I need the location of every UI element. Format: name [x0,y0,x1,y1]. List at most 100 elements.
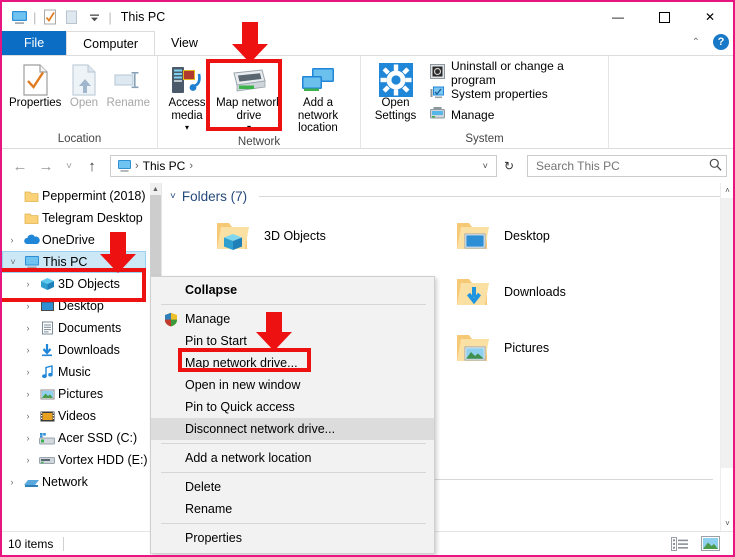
chevron-right-icon[interactable]: › [20,323,36,333]
sidebar-item-videos[interactable]: › Videos [2,405,161,427]
nav-scroll-thumb[interactable] [150,195,161,281]
chevron-right-icon[interactable]: › [20,301,36,311]
chevron-down-icon[interactable]: ▾ [247,122,251,135]
chevron-right-icon[interactable]: › [20,455,36,465]
properties-icon[interactable] [39,6,61,28]
chevron-right-icon[interactable]: › [20,433,36,443]
tab-computer[interactable]: Computer [66,31,156,55]
sidebar-item-onedrive-label: OneDrive [42,233,95,247]
sidebar-item-desktop[interactable]: › Desktop [2,295,161,317]
sidebar-item-network-label: Network [42,475,88,489]
ribbon-button-map-network-drive[interactable]: Map network drive ▾ [214,60,284,135]
forward-button[interactable]: → [34,154,58,178]
chevron-right-icon[interactable]: › [20,279,36,289]
ribbon-button-open[interactable]: Open [62,60,105,126]
up-button[interactable]: ↑ [80,154,104,178]
tab-view[interactable]: View [155,31,214,55]
folders-group-header[interactable]: ˅ Folders (7) [162,183,733,204]
chevron-right-icon[interactable]: › [4,235,20,245]
refresh-button[interactable]: ↻ [499,159,519,173]
menu-item-add-a-network-location-label: Add a network location [185,451,312,465]
ribbon-button-properties[interactable]: Properties [8,60,62,126]
network-icon [20,476,42,488]
menu-item-map-network-drive[interactable]: Map network drive... [151,352,434,374]
new-folder-icon[interactable] [61,6,83,28]
this-pc-icon[interactable] [8,6,30,28]
collapse-ribbon-button[interactable]: ⌃ [687,35,705,50]
recent-locations-button[interactable]: ˅ [60,154,78,178]
breadcrumb[interactable]: › This PC › ˅ [110,155,497,177]
sidebar-item-acer-ssd[interactable]: › Acer SSD (C:) [2,427,161,449]
sidebar-item-network[interactable]: › Network [2,471,161,493]
folder-icon [20,190,42,203]
ribbon-button-access-media[interactable]: Access media ▾ [160,60,214,135]
chevron-right-icon[interactable]: › [4,477,20,487]
minimize-button[interactable]: — [595,2,641,32]
breadcrumb-separator-1[interactable]: › [188,160,194,172]
maximize-button[interactable] [641,2,687,32]
close-button[interactable]: ✕ [687,2,733,32]
sidebar-item-this-pc-label: This PC [43,255,88,269]
ribbon-button-uninstall-program[interactable]: Uninstall or change a program [428,59,602,87]
chevron-down-icon[interactable]: ˅ [5,257,21,267]
content-scrollbar[interactable]: ˄ ˅ [720,183,733,531]
content-scroll-thumb[interactable] [721,198,733,468]
help-button[interactable]: ? [713,34,729,50]
this-pc-icon[interactable] [115,159,134,173]
menu-item-add-a-network-location[interactable]: Add a network location [151,447,434,469]
sidebar-item-documents[interactable]: › Documents [2,317,161,339]
ribbon-button-open-settings-label-2: Settings [374,109,417,122]
folder-downloads-icon [452,271,494,313]
ribbon-button-open-settings[interactable]: Open Settings [369,60,422,126]
large-icons-view-button[interactable] [699,535,721,553]
breadcrumb-item-this-pc[interactable]: This PC [140,159,189,173]
menu-item-pin-to-start[interactable]: Pin to Start [151,330,434,352]
sidebar-item-pictures[interactable]: › Pictures [2,383,161,405]
content-scroll-down-button[interactable]: ˅ [721,516,733,531]
address-dropdown-button[interactable]: ˅ [477,161,494,171]
list-item[interactable]: Downloads [416,264,656,320]
sidebar-item-onedrive[interactable]: › OneDrive [2,229,161,251]
sidebar-item-peppermint[interactable]: Peppermint (2018) | [2,185,161,207]
list-item[interactable]: Desktop [416,208,656,264]
item-count-label: 10 items [8,536,54,551]
sidebar-item-downloads[interactable]: › Downloads [2,339,161,361]
menu-item-rename[interactable]: Rename [151,498,434,520]
back-button[interactable]: ← [8,154,32,178]
tab-file[interactable]: File [2,31,67,55]
sidebar-item-this-pc[interactable]: ˅ This PC [2,251,146,273]
sidebar-item-3d-objects[interactable]: › 3D Objects [2,273,161,295]
content-scroll-up-button[interactable]: ˄ [721,183,733,198]
ribbon: Properties Open Rename Location Access m… [2,56,733,149]
sidebar-item-vortex-hdd[interactable]: › Vortex HDD (E:) [2,449,161,471]
chevron-right-icon[interactable]: › [20,411,36,421]
customize-qat-caret[interactable] [83,6,105,28]
search-input[interactable] [536,159,709,173]
details-view-button[interactable] [669,535,691,553]
list-item[interactable]: Pictures [416,320,656,376]
menu-item-manage[interactable]: Manage [151,308,434,330]
ribbon-button-manage[interactable]: Manage [428,104,602,125]
menu-item-collapse[interactable]: Collapse [151,279,434,301]
chevron-right-icon[interactable]: › [20,367,36,377]
sidebar-item-music[interactable]: › Music [2,361,161,383]
search-box[interactable] [527,155,727,177]
chevron-right-icon[interactable]: › [20,389,36,399]
chevron-down-icon[interactable]: ˅ [170,191,176,202]
sidebar-item-telegram-desktop[interactable]: Telegram Desktop [2,207,161,229]
nav-scroll-up-button[interactable]: ▲ [150,183,161,195]
menu-item-open-in-new-window[interactable]: Open in new window [151,374,434,396]
chevron-right-icon[interactable]: › [20,345,36,355]
ribbon-button-add-network-location[interactable]: Add a network location [284,60,352,135]
ribbon-button-rename[interactable]: Rename [106,60,151,126]
menu-item-disconnect-network-drive[interactable]: Disconnect network drive... [151,418,434,440]
menu-item-properties[interactable]: Properties [151,527,434,549]
menu-separator [161,472,426,473]
list-item[interactable]: 3D Objects [176,208,416,264]
menu-item-pin-to-quick-access[interactable]: Pin to Quick access [151,396,434,418]
chevron-down-icon[interactable]: ▾ [185,122,189,135]
search-icon[interactable] [709,158,722,174]
menu-item-delete[interactable]: Delete [151,476,434,498]
sidebar-item-videos-label: Videos [58,409,96,423]
list-item-label: Downloads [504,285,566,299]
